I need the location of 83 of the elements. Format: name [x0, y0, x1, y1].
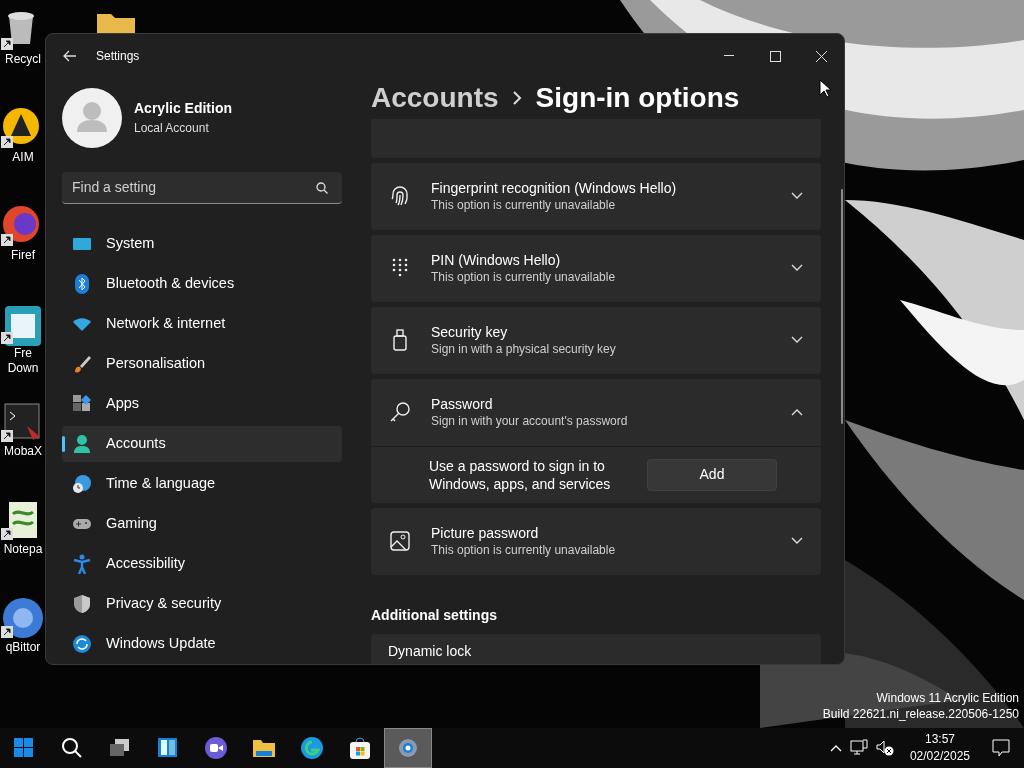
option-header[interactable]: Password Sign in with your account's password [371, 378, 821, 446]
option-header[interactable]: Picture password This option is currently unavailable [371, 507, 821, 575]
option-subtitle: This option is currently unavailable [431, 269, 616, 286]
option-title: Dynamic lock [388, 641, 473, 660]
icon-label: AIM [11, 150, 35, 165]
profile-name: Acrylic Edition [134, 99, 233, 119]
accessibility-icon [72, 553, 92, 574]
nav-item[interactable]: Apps [62, 385, 342, 422]
chevron-down-icon[interactable] [791, 537, 803, 546]
person-icon [72, 433, 92, 454]
option-subtitle: Sign in with a physical security key [431, 341, 616, 358]
cursor-icon [819, 79, 831, 98]
picture-icon [389, 530, 411, 553]
update-icon [72, 633, 92, 654]
torrent-icon[interactable] [1, 596, 45, 640]
video-chat-icon [204, 736, 228, 760]
brush-icon [72, 353, 92, 374]
breadcrumb-link[interactable]: Accounts [371, 77, 499, 120]
search-field[interactable]: Find a setting [62, 171, 342, 204]
option-subtitle: This option is currently unavailable [431, 197, 617, 214]
nav-item[interactable]: Network & internet [62, 305, 342, 342]
network-icon[interactable] [849, 739, 868, 757]
nav-item[interactable]: Bluetooth & devices [62, 265, 342, 302]
option-subtitle: Sign in with your account's password [431, 413, 628, 430]
search-icon[interactable] [316, 181, 328, 194]
shield-icon [72, 593, 92, 614]
avatar-icon[interactable] [62, 87, 122, 148]
fingerprint-icon [389, 185, 411, 208]
icon-label: Firef [10, 248, 36, 263]
option-subtitle: This option is currently unavailable [431, 542, 616, 559]
nav-item[interactable]: Windows Update [62, 625, 342, 662]
nav-item[interactable]: Time & language [62, 465, 342, 502]
chevron-down-icon[interactable] [791, 264, 803, 273]
volume-muted-icon[interactable] [875, 739, 894, 757]
account-type: Local Account [134, 120, 210, 138]
maximize-icon [769, 50, 781, 62]
settings-card[interactable]: Dynamic lock [371, 633, 821, 664]
icon-label: Notepa [2, 542, 44, 557]
add-button[interactable]: Add [647, 458, 777, 491]
option-title: Security key [431, 323, 509, 342]
nav-item[interactable]: Personalisation [62, 345, 342, 382]
search-icon [60, 736, 84, 760]
scrollbar-thumb[interactable] [841, 188, 843, 424]
nav-item[interactable]: Gaming [62, 505, 342, 542]
key-icon [389, 401, 411, 424]
nav-item[interactable]: Accessibility [62, 545, 342, 582]
close-icon [815, 50, 827, 62]
minimize-icon [724, 55, 734, 58]
gear-icon [396, 736, 420, 760]
icon-label: Fre Down [6, 346, 40, 376]
nav-item[interactable]: System [62, 225, 342, 262]
watermark-text: Windows 11 Acrylic Edition [875, 690, 1019, 706]
store-icon [348, 736, 372, 760]
chevron-icon [512, 91, 522, 106]
browser-icon [300, 736, 324, 760]
section-heading: Additional settings [371, 605, 498, 625]
chevron-down-icon[interactable] [791, 336, 803, 345]
icon-label: MobaX [3, 444, 43, 459]
option-title: Picture password [431, 524, 540, 543]
option-header[interactable]: Security key Sign in with a physical security key [371, 306, 821, 374]
icon-label: Recycl [4, 52, 42, 67]
notification-icon[interactable] [992, 739, 1010, 757]
chevron-down-icon[interactable] [791, 192, 803, 201]
chevron-up-icon[interactable] [791, 408, 803, 417]
clock[interactable]: 13:57 02/02/2025 [909, 731, 970, 765]
description-text: Use a password to sign in to Windows, apps, and services [429, 456, 612, 493]
option-title: PIN (Windows Hello) [431, 251, 562, 270]
widgets-icon [156, 736, 180, 760]
option-title: Password [431, 395, 494, 414]
window-title: Settings [96, 48, 140, 66]
bluetooth-icon [72, 273, 92, 294]
globe-clock-icon [72, 473, 92, 494]
option-header[interactable]: PIN (Windows Hello) This option is currently unavailable [371, 234, 821, 302]
option-title: Fingerprint recognition (Windows Hello) [431, 179, 677, 198]
back-icon[interactable] [63, 50, 77, 63]
start-icon [12, 736, 36, 760]
icon-label: qBittor [4, 640, 42, 655]
nav-item[interactable]: Privacy & security [62, 585, 342, 622]
nav-item[interactable]: Accounts [62, 425, 342, 462]
apps-icon [72, 393, 92, 414]
watermark-text: Build 22621.ni_release.220506-1250 [822, 706, 1019, 722]
page-title: Sign-in options [535, 81, 740, 116]
option-header[interactable]: Fingerprint recognition (Windows Hello) This option is currently unavailable [371, 162, 821, 230]
